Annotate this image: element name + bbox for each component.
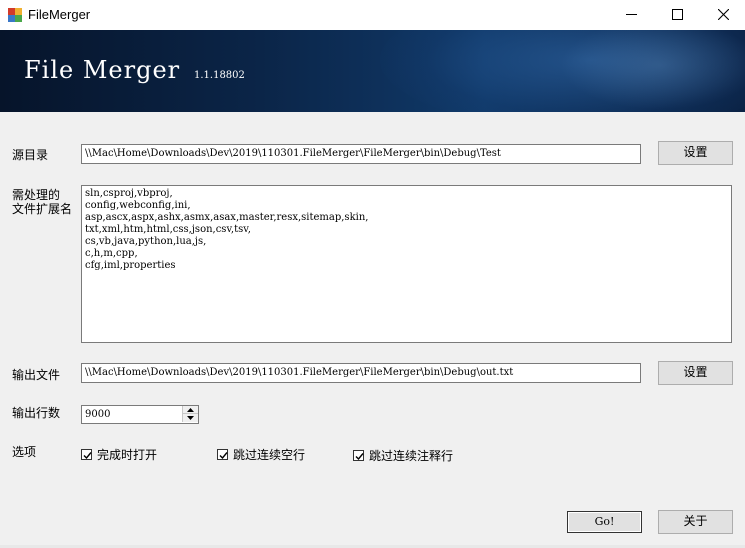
open-when-done-checkbox[interactable]: 完成时打开 xyxy=(81,447,181,463)
checkmark-icon xyxy=(355,453,364,461)
app-icon xyxy=(8,8,22,22)
extensions-line: sln,csproj,vbproj, xyxy=(85,188,173,199)
chevron-down-icon xyxy=(187,416,194,420)
version-label: 1.1.18802 xyxy=(194,70,245,81)
go-button[interactable]: Go! xyxy=(567,511,642,533)
stepper-down-button[interactable] xyxy=(182,414,198,422)
extensions-label-line1: 需处理的 xyxy=(12,188,61,202)
minimize-icon xyxy=(626,14,637,15)
extensions-textarea[interactable]: sln,csproj,vbproj, config,webconfig,ini,… xyxy=(81,185,732,343)
skip-comment-lines-checkbox[interactable]: 跳过连续注释行 xyxy=(353,448,473,464)
extensions-line: asp,ascx,aspx,ashx,asmx,asax,master,resx… xyxy=(85,212,369,223)
header-banner: File Merger 1.1.18802 xyxy=(0,30,745,112)
window-title: FileMerger xyxy=(28,7,91,22)
source-dir-set-button[interactable]: 设置 xyxy=(658,141,733,165)
checkmark-icon xyxy=(219,452,228,460)
output-file-set-button[interactable]: 设置 xyxy=(658,361,733,385)
extensions-line: c,h,m,cpp, xyxy=(85,248,138,259)
close-icon xyxy=(718,9,729,20)
output-file-label: 输出文件 xyxy=(12,368,61,382)
maximize-button[interactable] xyxy=(654,0,700,30)
checkbox-label: 跳过连续空行 xyxy=(233,448,306,462)
extensions-line: txt,xml,htm,html,css,json,csv,tsv, xyxy=(85,224,251,235)
extensions-label-line2: 文件扩展名 xyxy=(12,202,73,216)
source-dir-input[interactable]: \\Mac\Home\Downloads\Dev\2019\110301.Fil… xyxy=(81,144,641,164)
title-bar: FileMerger xyxy=(0,0,745,30)
extensions-line: cs,vb,java,python,lua,js, xyxy=(85,236,207,247)
maximize-icon xyxy=(672,9,683,20)
checkbox-box[interactable] xyxy=(81,449,92,460)
checkbox-label: 跳过连续注释行 xyxy=(369,449,454,463)
options-label: 选项 xyxy=(12,445,37,459)
output-lines-label: 输出行数 xyxy=(12,406,61,420)
minimize-button[interactable] xyxy=(608,0,654,30)
output-lines-stepper[interactable]: 9000 xyxy=(81,405,199,424)
checkbox-box[interactable] xyxy=(353,450,364,461)
stepper-up-button[interactable] xyxy=(182,406,198,414)
close-button[interactable] xyxy=(700,0,745,30)
output-lines-value: 9000 xyxy=(85,409,111,420)
skip-blank-lines-checkbox[interactable]: 跳过连续空行 xyxy=(217,447,327,463)
checkbox-box[interactable] xyxy=(217,449,228,460)
banner-title: File Merger xyxy=(24,56,181,84)
checkbox-label: 完成时打开 xyxy=(97,448,158,462)
about-button[interactable]: 关于 xyxy=(658,510,733,534)
chevron-up-icon xyxy=(187,408,194,412)
extensions-line: config,webconfig,ini, xyxy=(85,200,191,211)
checkmark-icon xyxy=(83,452,92,460)
output-file-input[interactable]: \\Mac\Home\Downloads\Dev\2019\110301.Fil… xyxy=(81,363,641,383)
source-dir-label: 源目录 xyxy=(12,148,49,162)
extensions-line: cfg,iml,properties xyxy=(85,260,176,271)
